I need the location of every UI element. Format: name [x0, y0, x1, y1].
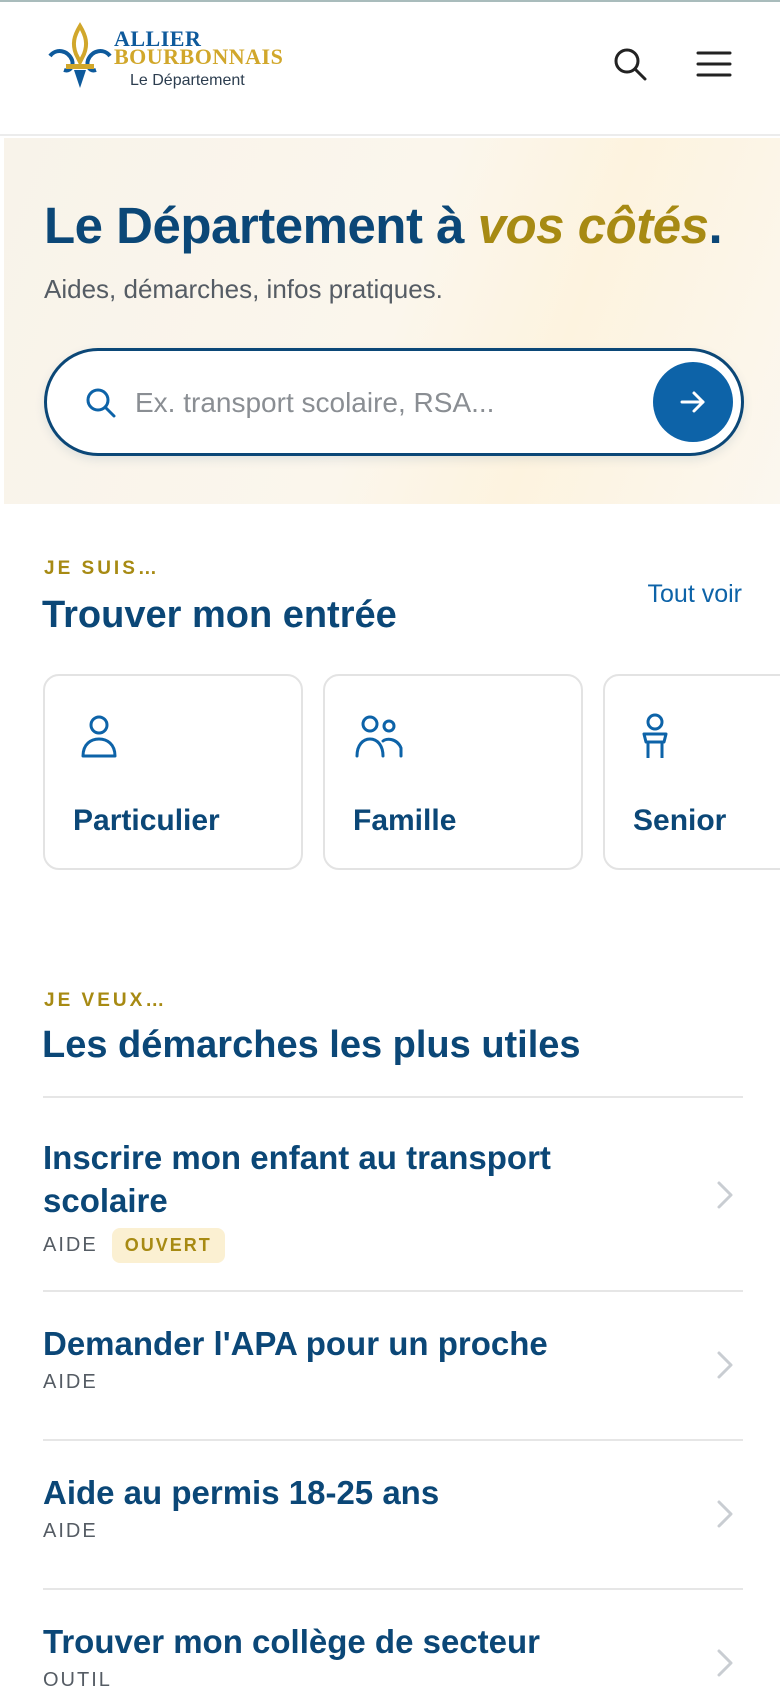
- list-item-meta: AIDE: [43, 1371, 743, 1394]
- search-input[interactable]: [135, 379, 615, 427]
- hero-subtitle: Aides, démarches, infos pratiques.: [44, 274, 443, 304]
- profiles-title: Trouver mon entrée: [42, 594, 397, 636]
- list-item-type: AIDE: [43, 1371, 98, 1393]
- list-item-meta: AIDE: [43, 1520, 743, 1543]
- site-header: ALLIER BOURBONNAIS Le Département: [0, 2, 780, 136]
- search-icon: [86, 388, 116, 418]
- person-icon: [81, 715, 117, 758]
- logo-text-bourbonnais: BOURBONNAIS: [114, 44, 284, 69]
- senior-icon: [642, 713, 668, 758]
- hero-title-accent: vos côtés: [477, 197, 709, 254]
- profile-card-particulier[interactable]: Particulier: [43, 674, 303, 870]
- arrow-right-icon: [680, 391, 705, 413]
- hero-section: Le Département à vos côtés. Aides, démar…: [4, 138, 780, 504]
- hero-title: Le Département à vos côtés.: [44, 196, 723, 255]
- chevron-right-icon: [717, 1181, 733, 1209]
- procedures-title: Les démarches les plus utiles: [42, 1024, 581, 1066]
- list-item-apa[interactable]: Demander l'APA pour un proche AIDE: [43, 1290, 743, 1439]
- list-item-college[interactable]: Trouver mon collège de secteur OUTIL: [43, 1588, 743, 1694]
- hamburger-menu-icon: [696, 51, 732, 77]
- hero-title-end: .: [708, 197, 723, 254]
- list-item-title: Aide au permis 18-25 ans: [43, 1474, 440, 1511]
- procedures-eyebrow: JE VEUX…: [44, 990, 168, 1011]
- list-item-permis[interactable]: Aide au permis 18-25 ans AIDE: [43, 1439, 743, 1588]
- list-item-title: Demander l'APA pour un proche: [43, 1325, 548, 1362]
- list-item-title: Inscrire mon enfant au transport scolair…: [43, 1139, 551, 1219]
- list-item-transport-scolaire[interactable]: Inscrire mon enfant au transport scolair…: [43, 1096, 743, 1290]
- header-menu-button[interactable]: [688, 38, 740, 90]
- procedures-list: Inscrire mon enfant au transport scolair…: [43, 1096, 743, 1694]
- fleur-de-lis-icon: [48, 22, 112, 88]
- status-badge: OUVERT: [111, 1228, 225, 1263]
- profile-card-label: Senior: [633, 804, 727, 837]
- profile-card-famille[interactable]: Famille: [323, 674, 583, 870]
- profile-card-label: Famille: [353, 804, 457, 837]
- list-item-meta: AIDE OUVERT: [43, 1228, 743, 1263]
- profiles-eyebrow: JE SUIS…: [44, 558, 160, 579]
- chevron-right-icon: [717, 1500, 733, 1528]
- search-icon: [614, 48, 647, 81]
- logo-text-departement: Le Département: [130, 72, 245, 89]
- site-logo[interactable]: ALLIER BOURBONNAIS Le Département: [46, 22, 326, 102]
- search-bar: [44, 348, 744, 456]
- list-item-title: Trouver mon collège de secteur: [43, 1623, 540, 1660]
- hero-title-main: Le Département à: [44, 197, 478, 254]
- profile-card-senior[interactable]: Senior: [603, 674, 780, 870]
- search-submit-button[interactable]: [653, 362, 733, 442]
- chevron-right-icon: [717, 1649, 733, 1677]
- profile-cards: Particulier Famille Senior: [43, 674, 780, 872]
- family-icon: [355, 715, 403, 758]
- list-item-meta: OUTIL: [43, 1669, 743, 1692]
- chevron-right-icon: [717, 1351, 733, 1379]
- see-all-link[interactable]: Tout voir: [648, 580, 742, 609]
- header-search-button[interactable]: [604, 38, 656, 90]
- list-item-type: OUTIL: [43, 1669, 112, 1691]
- profile-card-label: Particulier: [73, 804, 220, 837]
- list-item-type: AIDE: [43, 1234, 98, 1256]
- list-item-type: AIDE: [43, 1520, 98, 1542]
